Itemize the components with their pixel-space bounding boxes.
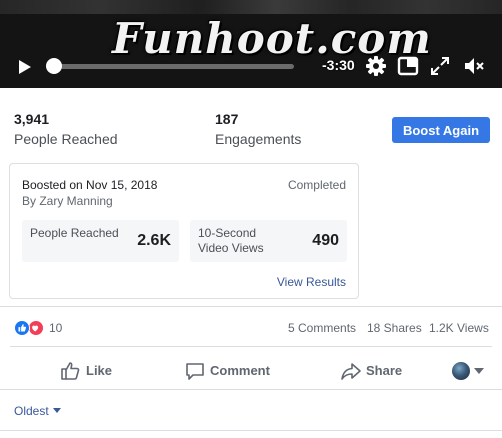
- metric-video-views: 10-Second Video Views 490: [190, 220, 347, 262]
- volume-button[interactable]: [462, 54, 486, 78]
- divider: [10, 346, 492, 347]
- comment-icon: [186, 363, 204, 380]
- boost-summary-card: Boosted on Nov 15, 2018 By Zary Manning …: [9, 163, 359, 299]
- avatar: [452, 362, 470, 380]
- boost-again-button[interactable]: Boost Again: [392, 117, 490, 143]
- like-reaction-icon: [14, 320, 30, 336]
- reaction-count[interactable]: 10: [49, 321, 62, 335]
- metric-label: People Reached: [30, 226, 119, 240]
- picture-in-picture-icon: [397, 56, 419, 76]
- fullscreen-button[interactable]: [428, 54, 452, 78]
- metric-value: 490: [312, 232, 339, 249]
- time-remaining: -3:30: [322, 57, 355, 73]
- thumbs-up-icon: [61, 362, 80, 380]
- boost-author: By Zary Manning: [22, 194, 113, 208]
- fullscreen-icon: [431, 57, 449, 75]
- divider: [0, 430, 502, 431]
- video-frame: [0, 0, 502, 14]
- picture-in-picture-button[interactable]: [396, 54, 420, 78]
- love-reaction-icon: [28, 320, 44, 336]
- view-results-link[interactable]: View Results: [277, 275, 346, 289]
- post-as-selector[interactable]: [452, 362, 486, 380]
- comments-count-link[interactable]: 5 Comments: [288, 321, 356, 335]
- metric-value: 2.6K: [137, 232, 171, 249]
- progress-scrubber[interactable]: [46, 58, 62, 74]
- video-player[interactable]: Funhoot.com -3:30: [0, 0, 502, 88]
- boost-status: Completed: [287, 178, 346, 192]
- comment-label: Comment: [210, 363, 270, 378]
- chevron-down-icon: [474, 368, 484, 374]
- share-icon: [341, 363, 361, 380]
- play-button[interactable]: [14, 57, 34, 77]
- boost-date: Boosted on Nov 15, 2018: [22, 178, 158, 192]
- like-label: Like: [86, 363, 113, 378]
- people-reached-value: 3,941: [14, 111, 50, 127]
- engagements-value: 187: [215, 111, 239, 127]
- comment-sort-label: Oldest: [14, 404, 49, 418]
- chevron-down-icon: [52, 408, 61, 413]
- divider: [0, 306, 502, 307]
- shares-count-link[interactable]: 18 Shares: [367, 321, 422, 335]
- divider: [0, 389, 502, 390]
- play-icon: [19, 60, 31, 74]
- views-count-link[interactable]: 1.2K Views: [429, 321, 489, 335]
- volume-muted-icon: [465, 58, 484, 74]
- engagements-label: Engagements: [215, 131, 302, 147]
- settings-gear-icon: [366, 56, 386, 76]
- people-reached-label: People Reached: [14, 131, 118, 147]
- comment-sort-dropdown[interactable]: Oldest: [14, 404, 61, 418]
- metric-label: 10-Second Video Views: [198, 226, 264, 255]
- share-label: Share: [366, 363, 403, 378]
- settings-button[interactable]: [364, 54, 388, 78]
- metric-people-reached: People Reached 2.6K: [22, 220, 179, 262]
- video-progress-bar[interactable]: [48, 64, 294, 69]
